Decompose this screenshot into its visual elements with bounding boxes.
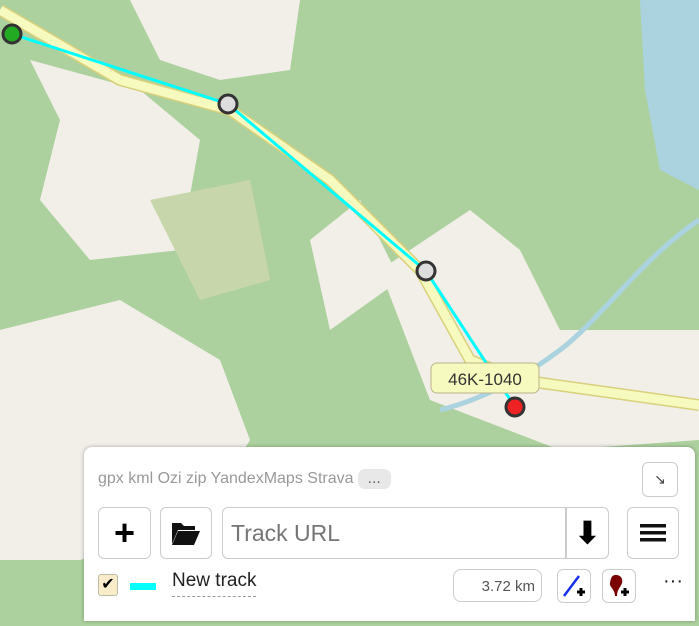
- track-row: ✔ New track 3.72 km ···: [98, 569, 688, 604]
- track-vertex[interactable]: [415, 260, 437, 282]
- track-url-input[interactable]: [222, 507, 566, 559]
- open-file-button[interactable]: [160, 507, 212, 559]
- more-formats-button[interactable]: ...: [357, 469, 391, 489]
- track-color-swatch[interactable]: [130, 583, 156, 590]
- plus-icon: +: [113, 512, 136, 553]
- load-url-button[interactable]: ⬇: [566, 507, 609, 559]
- track-visibility-checkbox[interactable]: ✔: [98, 574, 118, 596]
- format-list: gpx kml Ozi zip YandexMaps Strava...: [98, 469, 391, 489]
- arrow-down-icon: ⬇: [574, 516, 601, 550]
- track-vertex[interactable]: [217, 93, 239, 115]
- arrow-down-right-icon: ↘: [654, 471, 666, 487]
- line-plus-icon: [563, 575, 585, 597]
- add-segment-button[interactable]: [557, 569, 591, 603]
- add-track-button[interactable]: +: [98, 507, 151, 559]
- track-more-button[interactable]: ···: [663, 570, 683, 593]
- hamburger-icon: [640, 524, 666, 542]
- marker-plus-icon: [609, 575, 629, 596]
- folder-open-icon: [172, 523, 200, 545]
- track-panel: gpx kml Ozi zip YandexMaps Strava... ↘ +…: [84, 447, 695, 621]
- track-start-point[interactable]: [1, 23, 23, 45]
- track-end-point[interactable]: [504, 396, 526, 418]
- road-label: 46K-1040: [448, 370, 522, 389]
- formats-text: gpx kml Ozi zip YandexMaps Strava: [98, 470, 354, 487]
- menu-button[interactable]: [627, 507, 679, 559]
- track-length: 3.72 km: [453, 569, 542, 602]
- minimize-button[interactable]: ↘: [642, 462, 678, 497]
- track-name[interactable]: New track: [172, 570, 257, 597]
- add-point-button[interactable]: [602, 569, 636, 603]
